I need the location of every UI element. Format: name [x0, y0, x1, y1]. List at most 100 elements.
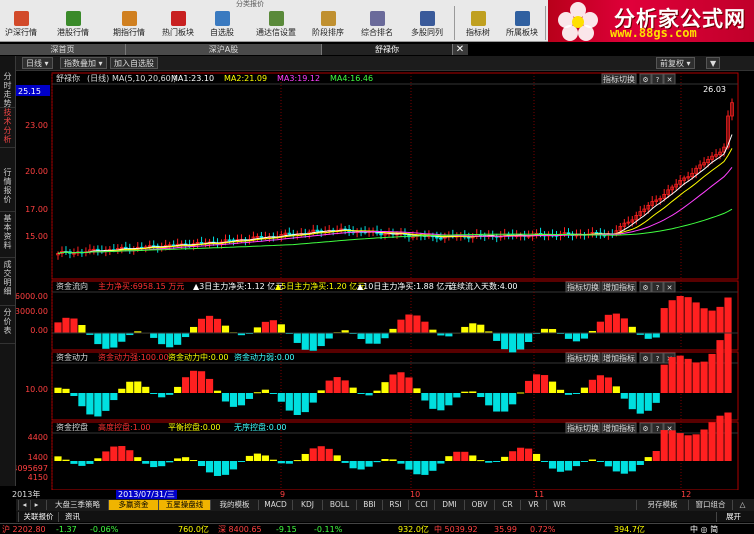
indicator-bar: [190, 460, 198, 462]
indicator-bar: [493, 333, 501, 341]
scroll-left-icon[interactable]: ◂: [18, 500, 30, 510]
indicator-bar: [548, 381, 557, 393]
indicator-bar: [644, 393, 652, 411]
save-template-button[interactable]: 另存模板: [636, 500, 688, 510]
indicator-bar: [564, 393, 573, 395]
indicator-bar: [54, 322, 62, 333]
close-icon[interactable]: ✕: [453, 44, 467, 55]
indicator-tab-14[interactable]: VR: [520, 500, 546, 510]
toolbar-button-8[interactable]: 综合排名: [354, 9, 400, 42]
status-value-12: 394.7亿: [614, 525, 645, 534]
toolbar-button-1[interactable]: 沪深行情: [1, 9, 41, 42]
high-price-label: 26.03: [703, 85, 726, 94]
chart-area[interactable]: 舒禄你 (日线) MA(5,10,20,60,)MA1:23.10 MA2:21.09…: [16, 71, 754, 491]
add-indicator-label: 增加指标: [603, 353, 635, 363]
sidebar-item-1[interactable]: 分时走势: [0, 72, 15, 108]
toolbar-button-4[interactable]: 热门板块: [158, 9, 198, 42]
help-icon[interactable]: ?: [656, 425, 660, 433]
toolbar-button-11[interactable]: 所属板块: [499, 9, 545, 42]
indicator-bar: [54, 456, 62, 461]
toolbar-button-3[interactable]: 期指行情: [105, 9, 153, 42]
sidebar-item-6[interactable]: 分价表: [0, 308, 15, 344]
indicator-switch-label: 指标切换: [567, 423, 599, 433]
sidebar-item-3[interactable]: 行情报价: [0, 168, 15, 212]
toolbar-button-label: 沪深行情: [5, 28, 37, 37]
settings-icon[interactable]: ⚙: [642, 355, 648, 363]
status-value-2: -1.37: [56, 525, 77, 534]
indicator-tab-8[interactable]: BBI: [356, 500, 382, 510]
settings-icon[interactable]: ⚙: [642, 425, 648, 433]
indicator-bar: [580, 461, 589, 462]
indicator-bar: [182, 377, 190, 393]
help-icon[interactable]: ?: [656, 76, 660, 84]
y-tick-flow: 6000.00: [16, 292, 48, 301]
scroll-right-icon[interactable]: ▸: [30, 500, 42, 510]
indicator-bar: [620, 461, 628, 474]
collapse-icon[interactable]: △: [732, 500, 752, 510]
indicator-bar: [62, 459, 70, 461]
index-overlay-button[interactable]: 指数叠加 ▾: [60, 57, 107, 69]
toolbar-button-2[interactable]: 港股行情: [45, 9, 101, 42]
indicator-tab-5[interactable]: MACD: [258, 500, 292, 510]
toolbar-button-5[interactable]: 自选股: [200, 9, 244, 42]
indicator-tab-10[interactable]: CCI: [408, 500, 434, 510]
toolbar-button-9[interactable]: 多股同列: [403, 9, 451, 42]
toolbar-icon: [214, 11, 230, 26]
indicator-tab-1[interactable]: 大盘三季策略: [46, 500, 108, 510]
indicator-tab-11[interactable]: DMI: [434, 500, 464, 510]
indicator-bar: [213, 390, 222, 393]
period-select[interactable]: 日线 ▾: [22, 57, 53, 69]
indicator-bar: [493, 461, 501, 462]
indicator-bar: [429, 461, 437, 471]
indicator-tab-13[interactable]: CR: [494, 500, 520, 510]
indicator-bar: [237, 461, 246, 463]
expand-button[interactable]: 展开: [716, 512, 750, 522]
help-icon[interactable]: ?: [656, 355, 660, 363]
sidebar-item-5[interactable]: 成交明细: [0, 260, 15, 306]
indicator-bar: [205, 378, 214, 393]
indicator-tab-7[interactable]: BOLL: [322, 500, 356, 510]
control-indicator-value-3: 无序控盘:0.00: [234, 422, 287, 432]
indicator-bar: [317, 390, 325, 393]
indicator-bar: [197, 371, 206, 393]
indicator-bar: [70, 318, 78, 333]
news-tab[interactable]: 资讯: [58, 512, 86, 522]
indicator-bar: [261, 321, 269, 333]
indicator-switch-label: 指标切换: [567, 282, 599, 292]
indicator-bar: [365, 393, 373, 396]
ma-value-3: MA3:19.12: [277, 74, 320, 83]
indicator-bar: [102, 393, 110, 411]
restore-right-select[interactable]: 前复权 ▾: [656, 57, 695, 69]
window-combo-button[interactable]: 窗口组合: [688, 500, 732, 510]
close-icon[interactable]: ✕: [667, 284, 673, 292]
tab-stock[interactable]: 舒禄你: [322, 44, 453, 55]
indicator-bar: [357, 333, 365, 340]
sidebar-item-4[interactable]: 基本资料: [0, 214, 15, 258]
status-value-3: -0.06%: [90, 525, 119, 534]
add-favorite-button[interactable]: 加入自选股: [110, 57, 158, 69]
tab-home[interactable]: 深首页: [0, 44, 126, 55]
indicator-tab-15[interactable]: WR: [546, 500, 572, 510]
close-icon[interactable]: ✕: [667, 76, 673, 84]
toolbar-button-6[interactable]: 通达信设置: [248, 9, 304, 42]
bar-style-select[interactable]: ▼: [706, 57, 721, 69]
settings-icon[interactable]: ⚙: [642, 76, 648, 84]
indicator-bar: [86, 461, 94, 464]
indicator-tab-12[interactable]: OBV: [464, 500, 494, 510]
sidebar-item-2[interactable]: 技术分析: [0, 108, 15, 148]
indicator-bar: [277, 324, 285, 333]
indicator-tab-4[interactable]: 我的模板: [210, 500, 258, 510]
indicator-bar: [174, 333, 182, 345]
tab-a-shares[interactable]: 深沪A股: [126, 44, 322, 55]
help-icon[interactable]: ?: [656, 284, 660, 292]
related-quote-tab[interactable]: 关联报价: [18, 512, 58, 522]
indicator-tab-3[interactable]: 五星操盘线: [158, 500, 210, 510]
settings-icon[interactable]: ⚙: [642, 284, 648, 292]
toolbar-button-label: 自选股: [210, 28, 234, 37]
indicator-tab-2[interactable]: 多赢资金: [108, 500, 158, 510]
indicator-bar: [110, 446, 118, 461]
indicator-tab-6[interactable]: KDJ: [292, 500, 322, 510]
indicator-tab-9[interactable]: RSI: [382, 500, 408, 510]
toolbar-button-10[interactable]: 指标树: [460, 9, 496, 42]
toolbar-button-7[interactable]: 阶段排序: [305, 9, 351, 42]
